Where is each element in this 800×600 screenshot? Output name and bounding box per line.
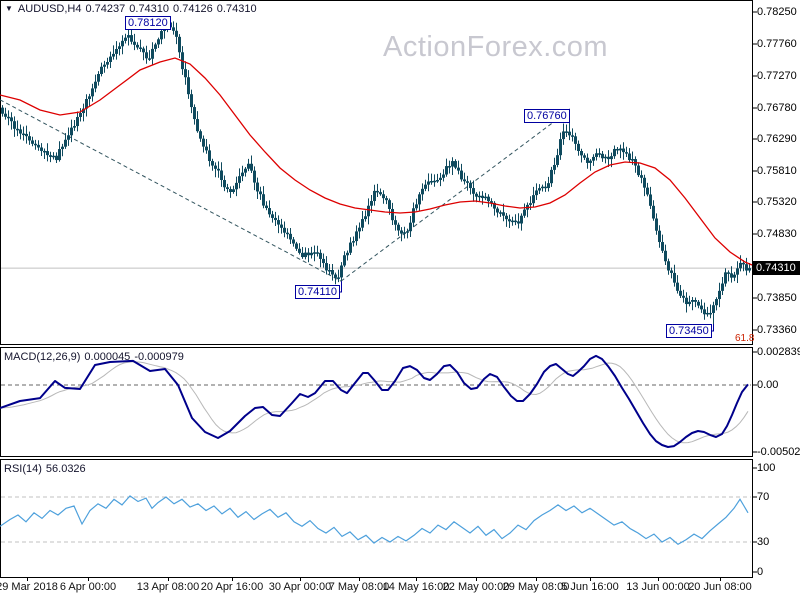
trading-chart-window: ▼ AUDUSD,H4 0.74237 0.74310 0.74126 0.74310 A…	[0, 0, 800, 600]
price-axis-label: 0.78250	[757, 6, 797, 18]
price-annotation[interactable]: 0.73450	[666, 324, 712, 338]
price-annotation[interactable]: 0.76760	[524, 109, 570, 123]
axis-labels-layer: 0.78250 0.77760 0.77270 0.76780 0.76290 0.758…	[0, 0, 800, 600]
macd-axis-label: -0.005021	[757, 446, 800, 458]
rsi-axis-label: 0	[757, 566, 764, 578]
price-axis-label: 0.77270	[757, 70, 797, 82]
rsi-axis-label: 30	[757, 536, 770, 548]
price-axis-label: 0.77760	[757, 38, 797, 50]
price-axis-label: 0.73850	[757, 292, 797, 304]
rsi-axis-label: 100	[757, 462, 776, 474]
price-axis-label: 0.74830	[757, 228, 797, 240]
price-axis-label: 0.76780	[757, 102, 797, 114]
date-label: 6 Apr 00:00	[59, 581, 117, 593]
rsi-axis-label: 70	[757, 491, 770, 503]
price-annotation[interactable]: 0.78120	[125, 16, 171, 30]
price-annotation[interactable]: 0.74110	[295, 285, 340, 299]
macd-axis-label: 0.00	[757, 379, 779, 391]
price-axis-label: 0.73360	[757, 324, 797, 336]
date-label: 20 Jun 08:00	[688, 581, 752, 593]
price-axis-label: 0.76290	[757, 133, 797, 145]
price-axis-label: 0.75320	[757, 196, 797, 208]
macd-axis-label: 0.002839	[757, 346, 800, 358]
price-axis-label: 0.75810	[757, 165, 797, 177]
